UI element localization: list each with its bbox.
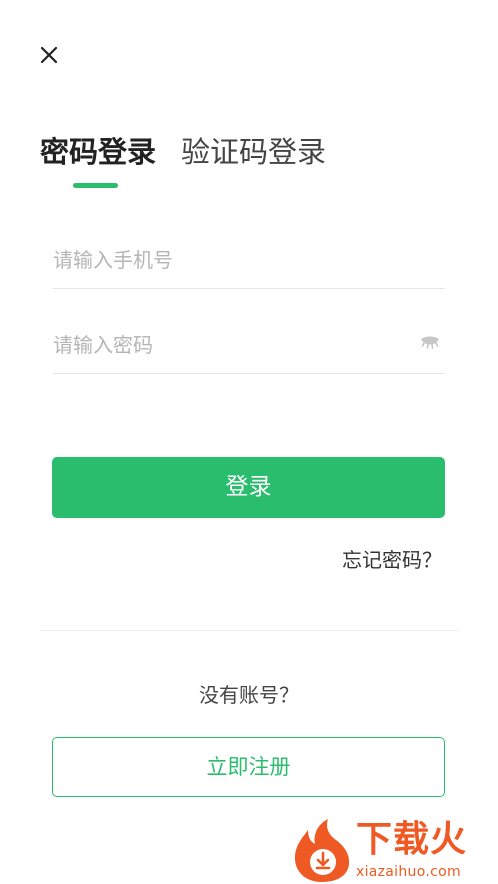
watermark-title: 下载火	[356, 819, 468, 860]
active-tab-indicator	[73, 183, 118, 188]
forgot-password-link[interactable]: 忘记密码？	[342, 545, 442, 575]
phone-input[interactable]	[53, 240, 403, 280]
tab-password-login[interactable]: 密码登录	[40, 132, 156, 172]
phone-field	[53, 232, 445, 289]
eye-closed-icon	[421, 336, 439, 349]
login-mode-tabs: 密码登录 验证码登录	[40, 132, 460, 176]
no-account-text: 没有账号？	[199, 683, 299, 707]
password-input[interactable]	[53, 325, 403, 365]
register-button[interactable]: 立即注册	[52, 737, 445, 797]
watermark-domain: xiazaihuo.com	[356, 864, 461, 880]
tab-code-login[interactable]: 验证码登录	[181, 132, 326, 172]
watermark-logo: 下载火 xiazaihuo.com	[292, 818, 498, 884]
flame-download-icon	[294, 819, 350, 882]
close-button[interactable]	[36, 42, 62, 68]
login-button[interactable]: 登录	[52, 457, 445, 518]
password-field	[53, 317, 445, 374]
close-icon	[40, 46, 58, 64]
password-visibility-toggle[interactable]	[419, 335, 441, 351]
section-divider	[40, 630, 458, 631]
